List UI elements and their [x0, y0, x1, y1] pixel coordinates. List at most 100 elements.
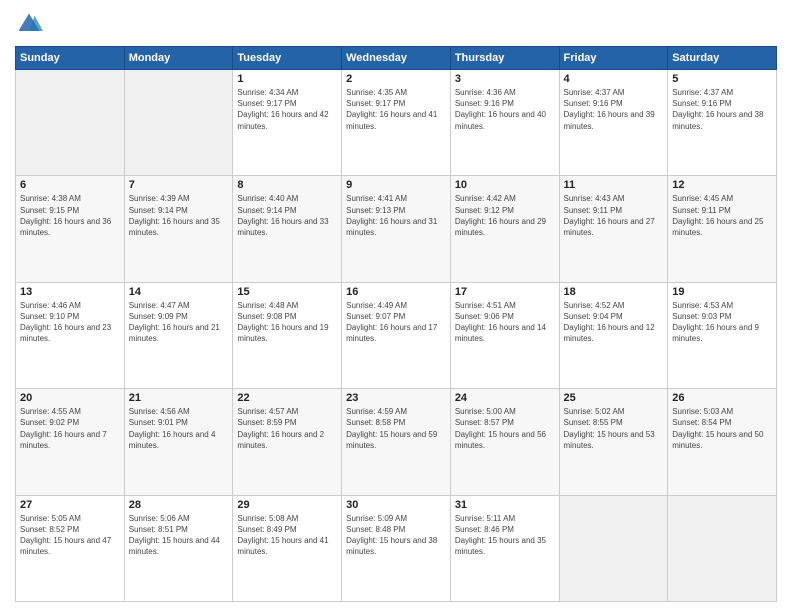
day-number: 21: [129, 392, 229, 404]
day-number: 29: [237, 499, 337, 511]
weekday-header-tuesday: Tuesday: [233, 47, 342, 70]
day-info: Sunrise: 4:59 AMSunset: 8:58 PMDaylight:…: [346, 406, 446, 451]
day-number: 8: [237, 179, 337, 191]
weekday-header-friday: Friday: [559, 47, 668, 70]
calendar-cell: 26 Sunrise: 5:03 AMSunset: 8:54 PMDayligh…: [668, 389, 777, 495]
day-number: 23: [346, 392, 446, 404]
day-info: Sunrise: 4:41 AMSunset: 9:13 PMDaylight:…: [346, 193, 446, 238]
calendar-cell: 31 Sunrise: 5:11 AMSunset: 8:46 PMDayligh…: [450, 495, 559, 601]
weekday-header-sunday: Sunday: [16, 47, 125, 70]
calendar-cell: 15 Sunrise: 4:48 AMSunset: 9:08 PMDayligh…: [233, 282, 342, 388]
calendar-cell: 1 Sunrise: 4:34 AMSunset: 9:17 PMDaylight…: [233, 70, 342, 176]
calendar-week-1: 1 Sunrise: 4:34 AMSunset: 9:17 PMDaylight…: [16, 70, 777, 176]
calendar-cell: 27Sunrise: 5:05 AMSunset: 8:52 PMDayligh…: [16, 495, 125, 601]
day-info: Sunrise: 5:03 AMSunset: 8:54 PMDaylight:…: [672, 406, 772, 451]
calendar-cell: 10 Sunrise: 4:42 AMSunset: 9:12 PMDayligh…: [450, 176, 559, 282]
day-number: 17: [455, 286, 555, 298]
day-number: 16: [346, 286, 446, 298]
calendar-cell: 21 Sunrise: 4:56 AMSunset: 9:01 PMDayligh…: [124, 389, 233, 495]
day-number: 19: [672, 286, 772, 298]
day-info: Sunrise: 4:40 AMSunset: 9:14 PMDaylight:…: [237, 193, 337, 238]
calendar-cell: [559, 495, 668, 601]
day-info: Sunrise: 4:49 AMSunset: 9:07 PMDaylight:…: [346, 300, 446, 345]
day-info: Sunrise: 4:53 AMSunset: 9:03 PMDaylight:…: [672, 300, 772, 345]
day-info: Sunrise: 5:02 AMSunset: 8:55 PMDaylight:…: [564, 406, 664, 451]
calendar-cell: 6 Sunrise: 4:38 AMSunset: 9:15 PMDaylight…: [16, 176, 125, 282]
day-info: Sunrise: 4:48 AMSunset: 9:08 PMDaylight:…: [237, 300, 337, 345]
day-number: 22: [237, 392, 337, 404]
day-number: 27: [20, 499, 120, 511]
weekday-header-wednesday: Wednesday: [342, 47, 451, 70]
day-info: Sunrise: 4:36 AMSunset: 9:16 PMDaylight:…: [455, 87, 555, 132]
day-number: 15: [237, 286, 337, 298]
calendar-week-2: 6 Sunrise: 4:38 AMSunset: 9:15 PMDaylight…: [16, 176, 777, 282]
day-number: 6: [20, 179, 120, 191]
day-number: 9: [346, 179, 446, 191]
day-info: Sunrise: 5:00 AMSunset: 8:57 PMDaylight:…: [455, 406, 555, 451]
day-info: Sunrise: 5:11 AMSunset: 8:46 PMDaylight:…: [455, 513, 555, 558]
calendar-cell: 11Sunrise: 4:43 AMSunset: 9:11 PMDayligh…: [559, 176, 668, 282]
weekday-header-saturday: Saturday: [668, 47, 777, 70]
day-number: 1: [237, 73, 337, 85]
calendar-cell: 4Sunrise: 4:37 AMSunset: 9:16 PMDaylight…: [559, 70, 668, 176]
day-number: 2: [346, 73, 446, 85]
calendar-cell: 18 Sunrise: 4:52 AMSunset: 9:04 PMDayligh…: [559, 282, 668, 388]
day-number: 26: [672, 392, 772, 404]
page: SundayMondayTuesdayWednesdayThursdayFrid…: [0, 0, 792, 612]
calendar-cell: 8 Sunrise: 4:40 AMSunset: 9:14 PMDaylight…: [233, 176, 342, 282]
calendar-cell: 30 Sunrise: 5:09 AMSunset: 8:48 PMDayligh…: [342, 495, 451, 601]
calendar-cell: 9 Sunrise: 4:41 AMSunset: 9:13 PMDaylight…: [342, 176, 451, 282]
day-number: 5: [672, 73, 772, 85]
day-info: Sunrise: 4:34 AMSunset: 9:17 PMDaylight:…: [237, 87, 337, 132]
day-number: 7: [129, 179, 229, 191]
day-info: Sunrise: 4:46 AMSunset: 9:10 PMDaylight:…: [20, 300, 120, 345]
calendar-cell: 23 Sunrise: 4:59 AMSunset: 8:58 PMDayligh…: [342, 389, 451, 495]
calendar-cell: [124, 70, 233, 176]
calendar-cell: 2 Sunrise: 4:35 AMSunset: 9:17 PMDaylight…: [342, 70, 451, 176]
day-number: 20: [20, 392, 120, 404]
calendar-week-4: 20 Sunrise: 4:55 AMSunset: 9:02 PMDayligh…: [16, 389, 777, 495]
calendar-cell: 17 Sunrise: 4:51 AMSunset: 9:06 PMDayligh…: [450, 282, 559, 388]
calendar-cell: 22Sunrise: 4:57 AMSunset: 8:59 PMDayligh…: [233, 389, 342, 495]
day-info: Sunrise: 4:56 AMSunset: 9:01 PMDaylight:…: [129, 406, 229, 451]
calendar-cell: 25Sunrise: 5:02 AMSunset: 8:55 PMDayligh…: [559, 389, 668, 495]
day-info: Sunrise: 4:45 AMSunset: 9:11 PMDaylight:…: [672, 193, 772, 238]
weekday-header-thursday: Thursday: [450, 47, 559, 70]
day-info: Sunrise: 4:47 AMSunset: 9:09 PMDaylight:…: [129, 300, 229, 345]
day-info: Sunrise: 4:35 AMSunset: 9:17 PMDaylight:…: [346, 87, 446, 132]
calendar-cell: 3 Sunrise: 4:36 AMSunset: 9:16 PMDaylight…: [450, 70, 559, 176]
calendar-week-3: 13Sunrise: 4:46 AMSunset: 9:10 PMDayligh…: [16, 282, 777, 388]
day-number: 10: [455, 179, 555, 191]
calendar-cell: 13Sunrise: 4:46 AMSunset: 9:10 PMDayligh…: [16, 282, 125, 388]
day-number: 30: [346, 499, 446, 511]
day-info: Sunrise: 4:55 AMSunset: 9:02 PMDaylight:…: [20, 406, 120, 451]
calendar-cell: 16 Sunrise: 4:49 AMSunset: 9:07 PMDayligh…: [342, 282, 451, 388]
day-info: Sunrise: 4:39 AMSunset: 9:14 PMDaylight:…: [129, 193, 229, 238]
calendar-cell: 24 Sunrise: 5:00 AMSunset: 8:57 PMDayligh…: [450, 389, 559, 495]
calendar-cell: 14 Sunrise: 4:47 AMSunset: 9:09 PMDayligh…: [124, 282, 233, 388]
day-info: Sunrise: 5:09 AMSunset: 8:48 PMDaylight:…: [346, 513, 446, 558]
calendar-cell: 28Sunrise: 5:06 AMSunset: 8:51 PMDayligh…: [124, 495, 233, 601]
day-number: 18: [564, 286, 664, 298]
day-info: Sunrise: 4:38 AMSunset: 9:15 PMDaylight:…: [20, 193, 120, 238]
day-number: 14: [129, 286, 229, 298]
calendar-cell: [668, 495, 777, 601]
day-number: 3: [455, 73, 555, 85]
calendar-table: SundayMondayTuesdayWednesdayThursdayFrid…: [15, 46, 777, 602]
calendar-cell: 19 Sunrise: 4:53 AMSunset: 9:03 PMDayligh…: [668, 282, 777, 388]
day-number: 24: [455, 392, 555, 404]
day-info: Sunrise: 4:37 AMSunset: 9:16 PMDaylight:…: [672, 87, 772, 132]
logo-icon: [15, 10, 43, 38]
day-info: Sunrise: 4:42 AMSunset: 9:12 PMDaylight:…: [455, 193, 555, 238]
day-number: 28: [129, 499, 229, 511]
day-info: Sunrise: 4:52 AMSunset: 9:04 PMDaylight:…: [564, 300, 664, 345]
calendar-cell: 29Sunrise: 5:08 AMSunset: 8:49 PMDayligh…: [233, 495, 342, 601]
calendar-cell: [16, 70, 125, 176]
day-info: Sunrise: 4:43 AMSunset: 9:11 PMDaylight:…: [564, 193, 664, 238]
weekday-header-monday: Monday: [124, 47, 233, 70]
logo: [15, 10, 47, 38]
calendar-cell: 12Sunrise: 4:45 AMSunset: 9:11 PMDayligh…: [668, 176, 777, 282]
day-number: 31: [455, 499, 555, 511]
day-number: 4: [564, 73, 664, 85]
day-info: Sunrise: 4:51 AMSunset: 9:06 PMDaylight:…: [455, 300, 555, 345]
